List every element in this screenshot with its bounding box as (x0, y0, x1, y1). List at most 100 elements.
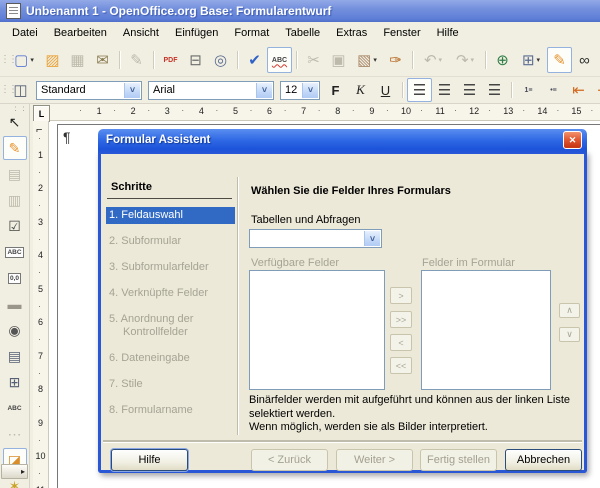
close-icon[interactable]: ✕ (563, 131, 582, 149)
checkbox-icon[interactable]: ☑ (3, 214, 27, 238)
paste-icon[interactable]: ▧ (351, 47, 383, 73)
toolbar-grip[interactable] (0, 87, 8, 93)
transfer-button[interactable]: << (390, 357, 412, 374)
cut-icon[interactable]: ✂ (301, 47, 326, 73)
decrease-indent-icon[interactable]: ⇤ (566, 78, 591, 102)
transfer-button[interactable]: > (390, 287, 412, 304)
underline-icon[interactable]: U (373, 78, 398, 102)
control-properties-icon[interactable]: ▤ (3, 162, 27, 186)
bullet-list-icon[interactable]: •≡ (541, 78, 566, 102)
edit-mode-icon[interactable]: ✎ (547, 47, 572, 73)
wizard-step[interactable]: 1. Feldauswahl (106, 207, 235, 224)
toolbar-grip[interactable] (0, 57, 8, 63)
select-icon[interactable]: ↖ (3, 110, 27, 134)
transfer-button[interactable]: < (390, 334, 412, 351)
dialog-button[interactable]: < Zurück (251, 449, 328, 471)
wizard-step[interactable]: 6. Dateneingabe (106, 350, 235, 367)
button-separator (103, 440, 582, 442)
dropdown-icon[interactable]: ˅ (364, 231, 380, 246)
menu-item[interactable]: Datei (4, 24, 46, 42)
dropdown-icon[interactable]: ˅ (256, 83, 272, 98)
tables-queries-combo[interactable]: ˅ (249, 229, 382, 248)
fields-in-form-listbox[interactable] (421, 270, 551, 390)
font-name-combo[interactable]: Arial ˅ (148, 81, 274, 100)
new-document-icon[interactable]: ▢ (8, 47, 40, 73)
autospellcheck-icon[interactable]: ABC (267, 47, 292, 73)
align-left-icon[interactable]: ☰ (407, 78, 432, 102)
formatted-field-icon[interactable]: 0,0 (3, 266, 27, 290)
wizard-step[interactable]: 3. Subformularfelder (106, 259, 235, 276)
ruler-number: 10 (33, 423, 48, 457)
italic-icon[interactable]: K (348, 78, 373, 102)
align-center-icon[interactable]: ☰ (432, 78, 457, 102)
dialog-titlebar[interactable]: Formular Assistent ✕ (98, 129, 587, 154)
mail-icon[interactable]: ✉ (90, 47, 115, 73)
numbered-list-icon[interactable]: 1≡ (516, 78, 541, 102)
option-button-icon[interactable]: ◉ (3, 318, 27, 342)
spellcheck-icon[interactable]: ✔ (242, 47, 267, 73)
dialog-button[interactable]: Fertig stellen (420, 449, 497, 471)
stylist-icon[interactable]: ◫ (8, 78, 33, 102)
save-icon[interactable]: ▦ (65, 47, 90, 73)
align-right-icon[interactable]: ☰ (457, 78, 482, 102)
label-field-icon[interactable]: ABC (3, 396, 27, 420)
edit-file-icon[interactable]: ✎ (124, 47, 149, 73)
wizard-step[interactable]: 2. Subformular (106, 233, 235, 250)
insert-table-icon[interactable]: ⊞ (515, 47, 547, 73)
ruler-number: 9 (339, 104, 373, 120)
format-paintbrush-icon[interactable]: ✑ (383, 47, 408, 73)
menu-item[interactable]: Tabelle (277, 24, 328, 42)
menu-item[interactable]: Fenster (375, 24, 428, 42)
find-icon[interactable]: ∞ (572, 47, 597, 73)
wizard-step[interactable]: 8. Formularname (106, 402, 235, 419)
transfer-button[interactable]: >> (390, 311, 412, 328)
ruler-number: 2 (100, 104, 134, 120)
menu-item[interactable]: Ansicht (115, 24, 167, 42)
increase-indent-icon[interactable]: ⇥ (591, 78, 600, 102)
ruler-number: 14 (509, 104, 543, 120)
menu-item[interactable]: Bearbeiten (46, 24, 115, 42)
justify-icon[interactable]: ☰ (482, 78, 507, 102)
text-box-icon[interactable]: ABC (3, 240, 27, 264)
form-properties-icon[interactable]: ▥ (3, 188, 27, 212)
tab-selector-button[interactable]: L (33, 105, 50, 122)
wizard-step[interactable]: 5. Anordnung der Kontrollfelder (106, 311, 235, 341)
print-icon[interactable]: ⊟ (183, 47, 208, 73)
more-controls-icon[interactable]: ⋯ (3, 422, 27, 446)
page-preview-icon[interactable]: ◎ (208, 47, 233, 73)
vertical-ruler: 1234567891011 (33, 121, 49, 488)
tables-queries-label: Tabellen und Abfragen (251, 214, 360, 226)
dropdown-icon[interactable]: ˅ (124, 83, 140, 98)
hyperlink-icon[interactable]: ⊕ (490, 47, 515, 73)
copy-icon[interactable]: ▣ (326, 47, 351, 73)
menu-item[interactable]: Format (226, 24, 277, 42)
bold-icon[interactable]: F (323, 78, 348, 102)
dialog-button[interactable]: Abbrechen (505, 449, 582, 471)
window-titlebar: Unbenannt 1 - OpenOffice.org Base: Formu… (0, 0, 600, 22)
combo-box-icon[interactable]: ⊞ (3, 370, 27, 394)
paragraph-style-combo[interactable]: Standard ˅ (36, 81, 142, 100)
wizard-step[interactable]: 7. Stile (106, 376, 235, 393)
formatting-toolbar: ◫ Standard ˅ Arial ˅ 12 ˅ FKU☰☰☰☰1≡•≡⇤⇥A (0, 77, 600, 104)
move-button[interactable]: ∨ (559, 327, 580, 342)
undo-icon[interactable]: ↶ (417, 47, 449, 73)
available-fields-listbox[interactable] (249, 270, 385, 390)
window-title: Unbenannt 1 - OpenOffice.org Base: Formu… (26, 4, 331, 18)
move-button[interactable]: ∧ (559, 303, 580, 318)
menu-item[interactable]: Hilfe (429, 24, 467, 42)
dropdown-icon[interactable]: ˅ (302, 83, 318, 98)
open-icon[interactable]: ▨ (40, 47, 65, 73)
push-button-icon[interactable]: ▬ (3, 292, 27, 316)
menu-item[interactable]: Einfügen (167, 24, 226, 42)
font-size-combo[interactable]: 12 ˅ (280, 81, 320, 100)
dialog-button[interactable]: Hilfe (111, 449, 188, 471)
dialog-button[interactable]: Weiter > (336, 449, 413, 471)
horizontal-ruler: 12345678910111213141516 (50, 104, 600, 121)
design-mode-on-off-icon[interactable]: ✎ (3, 136, 27, 160)
wizard-step[interactable]: 4. Verknüpfte Felder (106, 285, 235, 302)
export-pdf-icon[interactable]: PDF (158, 47, 183, 73)
list-box-icon[interactable]: ▤ (3, 344, 27, 368)
menu-item[interactable]: Extras (328, 24, 375, 42)
toolbar-overflow-button[interactable]: ▸ (1, 464, 28, 479)
redo-icon[interactable]: ↷ (449, 47, 481, 73)
